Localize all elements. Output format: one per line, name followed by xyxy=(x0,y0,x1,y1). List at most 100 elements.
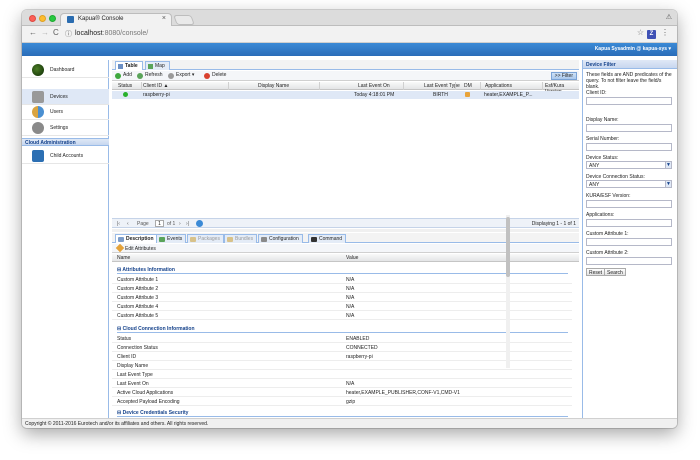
prev-page-button[interactable]: ‹ xyxy=(127,221,129,227)
applications-label: Applications: xyxy=(586,212,615,218)
column-header-display-name[interactable]: Display Name xyxy=(258,83,289,89)
bookmark-star-icon[interactable]: ☆ xyxy=(637,28,644,37)
property-name: Active Cloud Applications xyxy=(117,390,174,396)
properties-grid: ⊟ Attributes Information Custom Attribut… xyxy=(112,263,572,418)
browser-menu-icon[interactable]: ⋮ xyxy=(661,28,669,37)
property-name: Custom Attribute 5 xyxy=(117,313,159,319)
extension-icon[interactable]: Z xyxy=(647,30,656,39)
description-icon xyxy=(118,237,124,242)
sidebar-item-child-accounts[interactable]: Child Accounts xyxy=(22,148,109,164)
browser-tab[interactable]: Kapua® Console × xyxy=(60,13,172,26)
address-bar[interactable]: ⓘ localhost:8080/console/ xyxy=(65,29,635,40)
copyright-text: Copyright © 2011-2016 Eurotech and/or it… xyxy=(25,421,209,427)
property-value: N/A xyxy=(346,277,355,283)
refresh-button[interactable]: Refresh xyxy=(137,72,163,80)
tab-command[interactable]: Command xyxy=(308,234,347,243)
browser-tab-title: Kapua® Console xyxy=(78,16,124,22)
new-tab-button[interactable] xyxy=(173,15,195,25)
configuration-icon xyxy=(261,237,267,242)
pencil-icon xyxy=(115,243,125,253)
sidebar-item-dashboard[interactable]: Dashboard xyxy=(22,62,109,78)
custom-attribute-1-label: Custom Attribute 1: xyxy=(586,231,629,237)
user-profile-icon[interactable]: ⚠ xyxy=(666,13,672,21)
export-button[interactable]: Export ▾ xyxy=(168,72,194,80)
tab-label: Events xyxy=(167,236,183,242)
connection-status-select[interactable]: ANY ▼ xyxy=(586,180,672,188)
export-icon xyxy=(168,73,174,79)
property-value: N/A xyxy=(346,313,355,319)
serial-number-field[interactable] xyxy=(586,143,672,151)
user-menu[interactable]: Kapua Sysadmin @ kapua-sys ▾ xyxy=(595,46,671,52)
kura-version-field[interactable] xyxy=(586,200,672,208)
tab-description[interactable]: Description xyxy=(115,234,158,243)
sidebar-item-users[interactable]: Users xyxy=(22,104,109,120)
site-info-icon[interactable]: ⓘ xyxy=(65,29,72,39)
reset-button[interactable]: Reset xyxy=(586,268,606,276)
table-row[interactable]: raspberry-pi Today 4:18:01 PM BIRTH heat… xyxy=(112,91,579,99)
tab-table[interactable]: Table xyxy=(115,61,143,70)
delete-button[interactable]: Delete xyxy=(204,72,226,80)
property-value: raspberry-pi xyxy=(346,354,373,360)
property-name: Last Event On xyxy=(117,381,149,387)
url-text[interactable]: localhost:8080/console/ xyxy=(75,30,148,37)
chevron-down-icon[interactable]: ▼ xyxy=(665,161,672,169)
chevron-down-icon[interactable]: ▼ xyxy=(665,180,672,188)
tab-map[interactable]: Map xyxy=(145,61,170,70)
filter-toggle-button[interactable]: >> Filter xyxy=(550,72,577,80)
forward-arrow-icon[interactable]: → xyxy=(41,28,49,37)
refresh-label: Refresh xyxy=(145,72,163,78)
property-row: Accepted Payload Encoding gzip xyxy=(112,397,572,406)
bundles-icon xyxy=(227,237,233,242)
tab-events[interactable]: Events xyxy=(156,234,187,243)
property-name: Custom Attribute 2 xyxy=(117,286,159,292)
close-window-button[interactable] xyxy=(29,15,36,22)
grid-header: Status Client ID ▲ Display Name Last Eve… xyxy=(112,82,579,95)
back-arrow-icon[interactable]: ← xyxy=(29,28,37,37)
close-tab-button[interactable]: × xyxy=(162,15,166,22)
page-number-input[interactable]: 1 xyxy=(155,220,164,227)
reload-icon[interactable]: C xyxy=(53,28,59,37)
refresh-icon[interactable] xyxy=(196,220,203,227)
property-row: Status ENABLED xyxy=(112,334,572,343)
column-header-dm[interactable]: DM xyxy=(464,83,472,89)
client-id-label: Client ID: xyxy=(586,90,607,96)
property-name: Client ID xyxy=(117,354,137,360)
sidebar-item-settings[interactable]: Settings xyxy=(22,120,109,136)
app-header: Kapua Sysadmin @ kapua-sys ▾ xyxy=(22,43,677,56)
maximize-window-button[interactable] xyxy=(49,15,56,22)
group-attributes-information[interactable]: ⊟ Attributes Information xyxy=(112,265,572,274)
tab-configuration[interactable]: Configuration xyxy=(258,234,303,243)
column-header-last-event-on[interactable]: Last Event On xyxy=(358,83,390,89)
column-header-name: Name xyxy=(117,255,131,261)
applications-field[interactable] xyxy=(586,219,672,227)
group-device-credentials-security[interactable]: ⊟ Device Credentials Security xyxy=(112,408,572,417)
page-count: of 1 xyxy=(167,221,176,227)
properties-scrollbar[interactable] xyxy=(506,215,510,368)
add-button[interactable]: Add xyxy=(115,72,132,80)
scrollbar-thumb[interactable] xyxy=(506,217,510,277)
property-row: Display Name xyxy=(112,361,572,370)
last-page-button[interactable]: ›| xyxy=(186,221,189,227)
column-header-client-id[interactable]: Client ID ▲ xyxy=(143,83,169,89)
custom-attribute-2-field[interactable] xyxy=(586,257,672,265)
edit-attributes-button[interactable]: Edit Attributes xyxy=(125,246,156,252)
tab-packages[interactable]: Packages xyxy=(187,234,224,243)
tab-bundles[interactable]: Bundles xyxy=(224,234,258,243)
serial-number-label: Serial Number: xyxy=(586,136,620,142)
search-button[interactable]: Search xyxy=(604,268,626,276)
next-page-button[interactable]: › xyxy=(179,221,181,227)
column-divider xyxy=(480,82,481,90)
filter-description: These fields are AND predicates of the q… xyxy=(586,72,672,90)
tab-label: Bundles xyxy=(235,236,254,242)
device-status-select[interactable]: ANY ▼ xyxy=(586,161,672,169)
first-page-button[interactable]: |‹ xyxy=(117,221,120,227)
custom-attribute-1-field[interactable] xyxy=(586,238,672,246)
sidebar-item-devices[interactable]: Devices xyxy=(22,89,109,105)
display-name-field[interactable] xyxy=(586,124,672,132)
group-cloud-connection-information[interactable]: ⊟ Cloud Connection Information xyxy=(112,324,572,333)
property-name: Custom Attribute 3 xyxy=(117,295,159,301)
column-header-applications[interactable]: Applications xyxy=(485,83,512,89)
minimize-window-button[interactable] xyxy=(39,15,46,22)
client-id-field[interactable] xyxy=(586,97,672,105)
column-header-status[interactable]: Status xyxy=(118,83,132,89)
